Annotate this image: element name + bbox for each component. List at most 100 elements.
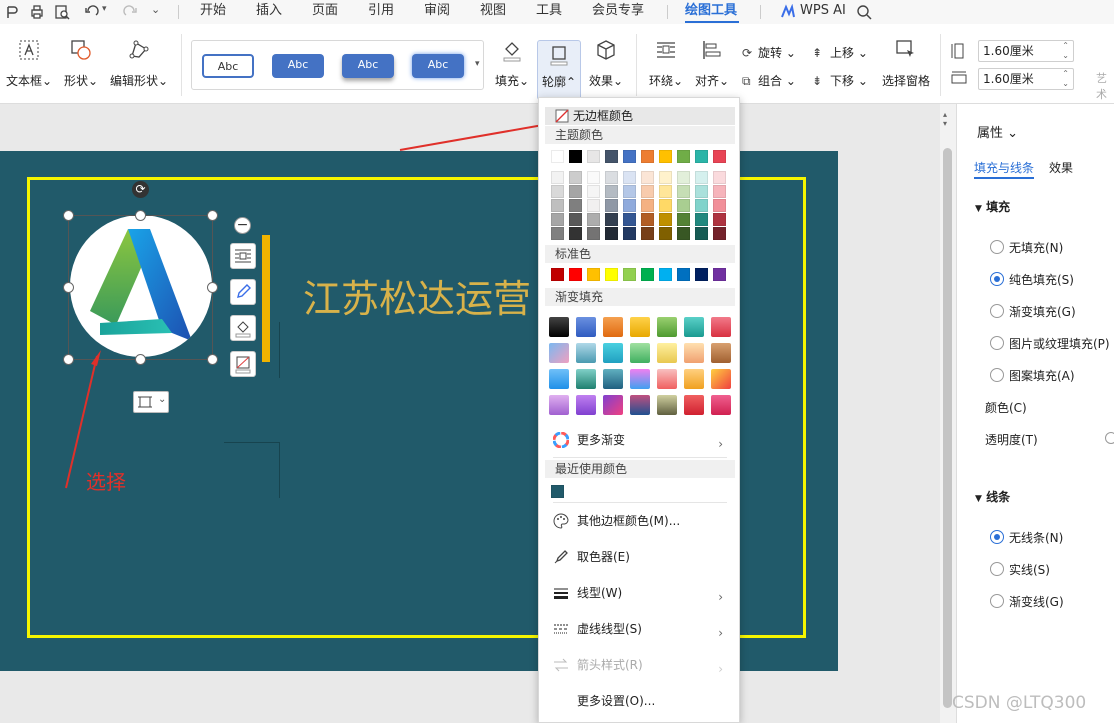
theme-color-swatch[interactable] xyxy=(677,150,690,163)
eyedropper-item[interactable]: 取色器(E) xyxy=(539,546,739,568)
gradient-swatch[interactable] xyxy=(684,369,704,389)
theme-shade-swatch[interactable] xyxy=(605,185,618,198)
slide-title-text[interactable]: 江苏松达运营 xyxy=(303,277,531,321)
menu-drawing-tools[interactable]: 绘图工具 xyxy=(685,3,737,19)
no-border-color-item[interactable]: 无边框颜色 xyxy=(545,107,735,125)
rotate-button[interactable]: ⟳ 旋转 ⌄ xyxy=(742,44,796,61)
standard-color-swatch[interactable] xyxy=(569,268,582,281)
style-sample-shadow[interactable]: Abc xyxy=(342,54,394,78)
theme-shade-swatch[interactable] xyxy=(569,171,582,184)
wrap-button[interactable]: 环绕⌄ xyxy=(644,24,688,100)
shape-outline-icon[interactable] xyxy=(230,351,256,377)
theme-shade-swatch[interactable] xyxy=(659,171,672,184)
theme-shade-swatch[interactable] xyxy=(551,199,564,212)
gradient-swatch[interactable] xyxy=(576,369,596,389)
more-settings-item[interactable]: 更多设置(O)... xyxy=(539,690,739,712)
radio-pattern-fill[interactable] xyxy=(990,368,1004,382)
menu-references[interactable]: 引用 xyxy=(368,3,394,19)
standard-color-swatch[interactable] xyxy=(713,268,726,281)
gradient-swatch[interactable] xyxy=(711,317,731,337)
theme-color-swatch[interactable] xyxy=(605,150,618,163)
theme-shade-swatch[interactable] xyxy=(641,213,654,226)
theme-color-swatch[interactable] xyxy=(713,150,726,163)
line-type-item[interactable]: 线型(W) › xyxy=(539,582,739,604)
gallery-expand-icon[interactable]: ▾ xyxy=(475,59,480,69)
theme-color-swatch[interactable] xyxy=(551,150,564,163)
width-spinner-icon[interactable]: ⌃ ⌄ xyxy=(1062,69,1069,89)
gradient-swatch[interactable] xyxy=(630,395,650,415)
menu-page[interactable]: 页面 xyxy=(312,3,338,19)
selection-pane-button[interactable]: 选择窗格 xyxy=(876,24,936,100)
standard-color-swatch[interactable] xyxy=(677,268,690,281)
gradient-swatch[interactable] xyxy=(603,369,623,389)
theme-shade-swatch[interactable] xyxy=(677,213,690,226)
style-sample-glow[interactable]: Abc xyxy=(412,54,464,78)
fill-section-header[interactable]: ▼ 填充 xyxy=(975,198,1010,215)
theme-shade-swatch[interactable] xyxy=(695,213,708,226)
theme-shade-swatch[interactable] xyxy=(677,185,690,198)
radio-gradient-line[interactable] xyxy=(990,594,1004,608)
scroll-up-icon[interactable]: ▴ ▾ xyxy=(943,110,947,128)
properties-title[interactable]: 属性 ⌄ xyxy=(977,122,1018,141)
layout-float-button[interactable]: ⌄ xyxy=(133,391,169,413)
theme-shade-swatch[interactable] xyxy=(695,227,708,240)
resize-handle-w[interactable] xyxy=(63,282,74,293)
shape-fill-icon[interactable] xyxy=(230,315,256,341)
gradient-swatch[interactable] xyxy=(549,317,569,337)
gradient-swatch[interactable] xyxy=(711,395,731,415)
wps-ai-icon[interactable] xyxy=(780,4,796,20)
theme-shade-swatch[interactable] xyxy=(569,199,582,212)
theme-shade-swatch[interactable] xyxy=(551,171,564,184)
theme-shade-swatch[interactable] xyxy=(659,185,672,198)
standard-color-swatch[interactable] xyxy=(695,268,708,281)
theme-shade-swatch[interactable] xyxy=(641,171,654,184)
line-section-header[interactable]: ▼ 线条 xyxy=(975,488,1010,505)
theme-shade-swatch[interactable] xyxy=(659,213,672,226)
theme-shade-swatch[interactable] xyxy=(587,171,600,184)
standard-color-swatch[interactable] xyxy=(605,268,618,281)
quick-access-more-icon[interactable]: ⌄ xyxy=(151,3,160,16)
resize-handle-e[interactable] xyxy=(207,282,218,293)
theme-shade-swatch[interactable] xyxy=(587,213,600,226)
gradient-swatch[interactable] xyxy=(603,343,623,363)
shape-button[interactable]: 形状⌄ xyxy=(58,24,104,100)
theme-shade-swatch[interactable] xyxy=(713,213,726,226)
other-border-color-item[interactable]: 其他边框颜色(M)... xyxy=(539,510,739,532)
resize-handle-nw[interactable] xyxy=(63,210,74,221)
gradient-swatch[interactable] xyxy=(576,317,596,337)
gradient-swatch[interactable] xyxy=(630,369,650,389)
menu-view[interactable]: 视图 xyxy=(480,3,506,19)
gradient-swatch[interactable] xyxy=(711,369,731,389)
print-preview-icon[interactable] xyxy=(54,4,70,20)
theme-shade-swatch[interactable] xyxy=(713,171,726,184)
outline-button[interactable]: 轮廓⌃ xyxy=(537,40,581,100)
theme-color-swatch[interactable] xyxy=(695,150,708,163)
theme-shade-swatch[interactable] xyxy=(641,185,654,198)
undo-dropdown-icon[interactable]: ▾ xyxy=(102,4,107,14)
gradient-swatch[interactable] xyxy=(630,343,650,363)
gradient-swatch[interactable] xyxy=(576,395,596,415)
theme-color-swatch[interactable] xyxy=(569,150,582,163)
standard-color-swatch[interactable] xyxy=(551,268,564,281)
menu-insert[interactable]: 插入 xyxy=(256,3,282,19)
theme-shade-swatch[interactable] xyxy=(641,199,654,212)
height-spinner-icon[interactable]: ⌃ ⌄ xyxy=(1062,41,1069,61)
textbox-button[interactable]: 文本框⌄ xyxy=(2,24,56,100)
theme-shade-swatch[interactable] xyxy=(587,199,600,212)
radio-no-line[interactable] xyxy=(990,530,1004,544)
theme-shade-swatch[interactable] xyxy=(623,199,636,212)
group-button[interactable]: ⧉ 组合 ⌄ xyxy=(742,72,796,89)
search-icon[interactable] xyxy=(856,4,872,20)
float-button-dropdown-icon[interactable]: ⌄ xyxy=(158,394,166,405)
edit-shape-button[interactable]: 编辑形状⌄ xyxy=(106,24,172,100)
gradient-swatch[interactable] xyxy=(684,343,704,363)
gradient-swatch[interactable] xyxy=(630,317,650,337)
theme-shade-swatch[interactable] xyxy=(569,213,582,226)
theme-shade-swatch[interactable] xyxy=(623,171,636,184)
theme-color-swatch[interactable] xyxy=(659,150,672,163)
gradient-swatch[interactable] xyxy=(549,369,569,389)
gradient-swatch[interactable] xyxy=(657,369,677,389)
menu-tools[interactable]: 工具 xyxy=(536,3,562,19)
style-sample-outline[interactable]: Abc xyxy=(202,54,254,78)
theme-shade-swatch[interactable] xyxy=(569,185,582,198)
